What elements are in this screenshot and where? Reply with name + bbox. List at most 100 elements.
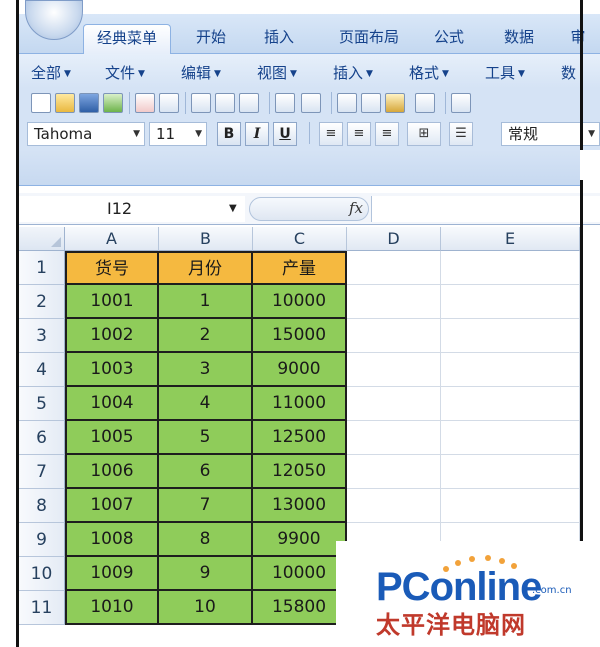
format-painter-icon[interactable] xyxy=(415,93,435,113)
table-cell[interactable]: 15800 xyxy=(253,591,347,625)
number-format-select[interactable]: 常规 ▼ xyxy=(501,122,600,146)
table-cell[interactable]: 3 xyxy=(159,353,253,387)
table-cell[interactable]: 10 xyxy=(159,591,253,625)
open-folder-icon[interactable] xyxy=(55,93,75,113)
empty-cell[interactable] xyxy=(441,285,580,319)
table-header-cell[interactable]: 产量 xyxy=(253,251,347,285)
table-cell[interactable]: 1003 xyxy=(65,353,159,387)
table-cell[interactable]: 8 xyxy=(159,523,253,557)
table-cell[interactable]: 1005 xyxy=(65,421,159,455)
menu-format[interactable]: 格式 ▼ xyxy=(409,62,449,83)
empty-cell[interactable] xyxy=(347,251,441,285)
spelling-icon[interactable] xyxy=(275,93,295,113)
empty-cell[interactable] xyxy=(347,353,441,387)
office-button[interactable] xyxy=(25,0,83,40)
tab-home[interactable]: 开始 xyxy=(179,24,243,54)
table-header-cell[interactable]: 货号 xyxy=(65,251,159,285)
table-cell[interactable]: 10000 xyxy=(253,285,347,319)
empty-cell[interactable] xyxy=(441,353,580,387)
row-header[interactable]: 6 xyxy=(19,421,65,455)
copy-icon[interactable] xyxy=(361,93,381,113)
tab-page-layout[interactable]: 页面布局 xyxy=(319,24,419,54)
table-cell[interactable]: 1010 xyxy=(65,591,159,625)
wrap-text-button[interactable]: ☰ xyxy=(449,122,473,146)
empty-cell[interactable] xyxy=(441,251,580,285)
menu-view[interactable]: 视图 ▼ xyxy=(257,62,297,83)
table-header-cell[interactable]: 月份 xyxy=(159,251,253,285)
table-cell[interactable]: 7 xyxy=(159,489,253,523)
print-preview-icon[interactable] xyxy=(215,93,235,113)
table-cell[interactable]: 4 xyxy=(159,387,253,421)
column-header-d[interactable]: D xyxy=(347,227,441,251)
empty-cell[interactable] xyxy=(347,285,441,319)
column-header-c[interactable]: C xyxy=(253,227,347,251)
table-cell[interactable]: 1008 xyxy=(65,523,159,557)
row-header[interactable]: 3 xyxy=(19,319,65,353)
table-cell[interactable]: 1 xyxy=(159,285,253,319)
empty-cell[interactable] xyxy=(441,489,580,523)
column-header-b[interactable]: B xyxy=(159,227,253,251)
row-header[interactable]: 2 xyxy=(19,285,65,319)
row-header[interactable]: 4 xyxy=(19,353,65,387)
underline-button[interactable]: U xyxy=(273,122,297,146)
table-cell[interactable]: 10000 xyxy=(253,557,347,591)
menu-data[interactable]: 数 xyxy=(561,62,576,83)
table-cell[interactable]: 1001 xyxy=(65,285,159,319)
table-cell[interactable]: 2 xyxy=(159,319,253,353)
permission-icon[interactable] xyxy=(135,93,155,113)
table-cell[interactable]: 9 xyxy=(159,557,253,591)
empty-cell[interactable] xyxy=(441,455,580,489)
table-cell[interactable]: 12500 xyxy=(253,421,347,455)
name-box[interactable]: I12 xyxy=(19,196,245,222)
empty-cell[interactable] xyxy=(441,319,580,353)
paste-icon[interactable] xyxy=(385,93,405,113)
tab-review[interactable]: 审 xyxy=(563,24,593,54)
undo-icon[interactable] xyxy=(451,93,471,113)
tab-data[interactable]: 数据 xyxy=(485,24,553,54)
table-cell[interactable]: 15000 xyxy=(253,319,347,353)
chevron-down-icon[interactable]: ▼ xyxy=(229,203,237,214)
menu-all[interactable]: 全部 ▼ xyxy=(31,62,71,83)
email-icon[interactable] xyxy=(159,93,179,113)
font-size-select[interactable]: 11 ▼ xyxy=(149,122,207,146)
menu-file[interactable]: 文件 ▼ xyxy=(105,62,145,83)
row-header[interactable]: 11 xyxy=(19,591,65,625)
table-cell[interactable]: 1006 xyxy=(65,455,159,489)
empty-cell[interactable] xyxy=(441,421,580,455)
column-header-a[interactable]: A xyxy=(65,227,159,251)
row-header[interactable]: 9 xyxy=(19,523,65,557)
row-header[interactable]: 10 xyxy=(19,557,65,591)
table-cell[interactable]: 13000 xyxy=(253,489,347,523)
align-center-button[interactable]: ≡ xyxy=(347,122,371,146)
table-cell[interactable]: 6 xyxy=(159,455,253,489)
table-cell[interactable]: 11000 xyxy=(253,387,347,421)
menu-tools[interactable]: 工具 ▼ xyxy=(485,62,525,83)
table-cell[interactable]: 9900 xyxy=(253,523,347,557)
table-cell[interactable]: 5 xyxy=(159,421,253,455)
select-all-button[interactable] xyxy=(19,227,65,251)
research-icon[interactable] xyxy=(239,93,259,113)
empty-cell[interactable] xyxy=(347,387,441,421)
save-as-icon[interactable] xyxy=(103,93,123,113)
save-icon[interactable] xyxy=(79,93,99,113)
tab-insert[interactable]: 插入 xyxy=(247,24,311,54)
merge-center-button[interactable]: ⊞ xyxy=(407,122,441,146)
table-cell[interactable]: 12050 xyxy=(253,455,347,489)
menu-edit[interactable]: 编辑 ▼ xyxy=(181,62,221,83)
table-cell[interactable]: 1009 xyxy=(65,557,159,591)
empty-cell[interactable] xyxy=(347,319,441,353)
tab-classic-menu[interactable]: 经典菜单 xyxy=(83,24,171,54)
insert-function-icon[interactable]: fx xyxy=(349,199,363,217)
row-header[interactable]: 8 xyxy=(19,489,65,523)
cut-icon[interactable] xyxy=(337,93,357,113)
align-right-button[interactable]: ≡ xyxy=(375,122,399,146)
align-left-button[interactable]: ≡ xyxy=(319,122,343,146)
row-header[interactable]: 5 xyxy=(19,387,65,421)
empty-cell[interactable] xyxy=(347,455,441,489)
research-book-icon[interactable] xyxy=(301,93,321,113)
empty-cell[interactable] xyxy=(347,489,441,523)
row-header[interactable]: 7 xyxy=(19,455,65,489)
new-file-icon[interactable] xyxy=(31,93,51,113)
table-cell[interactable]: 1004 xyxy=(65,387,159,421)
table-cell[interactable]: 1002 xyxy=(65,319,159,353)
